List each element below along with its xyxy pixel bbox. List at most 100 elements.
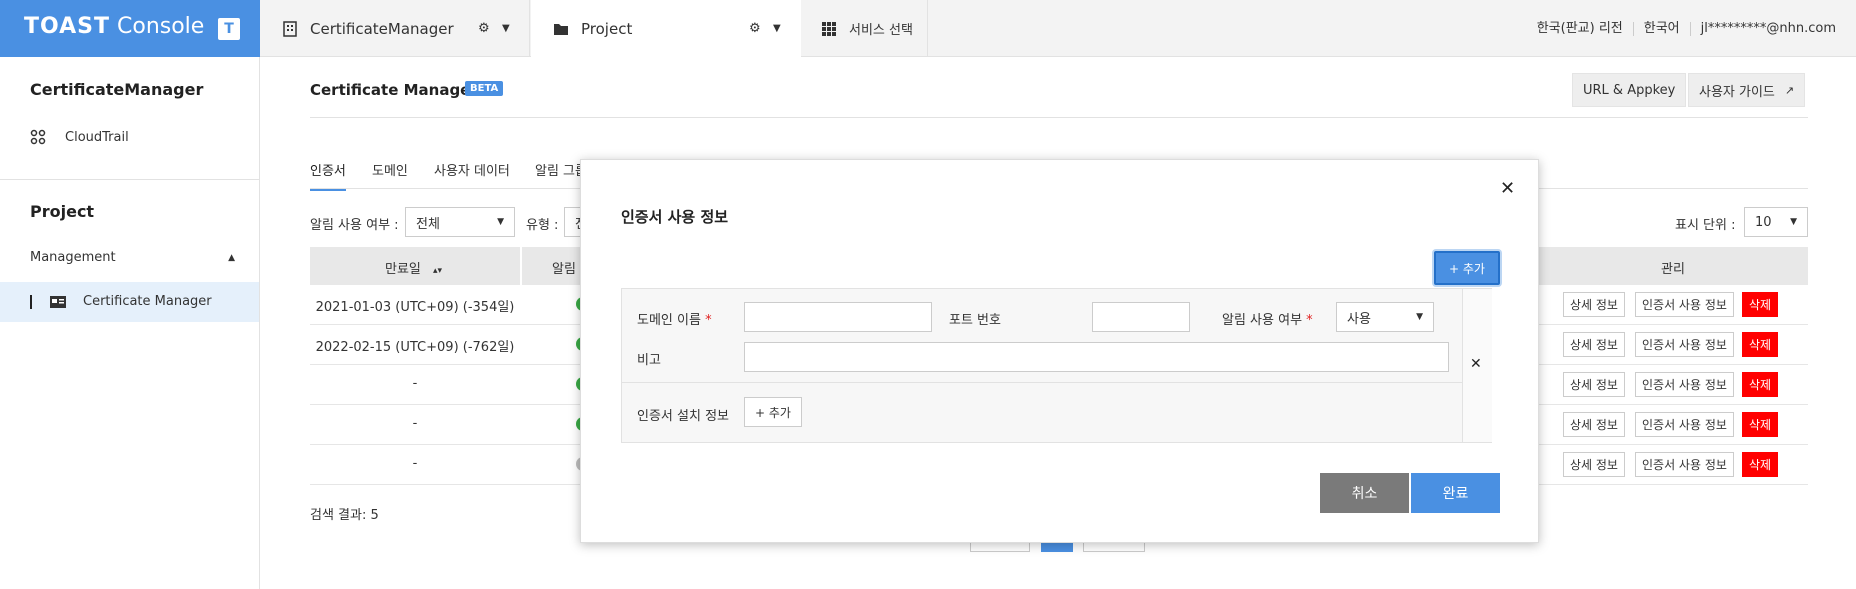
entry-divider <box>622 382 1462 383</box>
detail-button[interactable]: 상세 정보 <box>1563 372 1625 397</box>
usage-info-button[interactable]: 인증서 사용 정보 <box>1635 452 1734 477</box>
detail-button[interactable]: 상세 정보 <box>1563 332 1625 357</box>
expiry-cell: 2021-01-03 (UTC+09) (-354일) <box>315 300 515 315</box>
tab-certificate[interactable]: 인증서 <box>310 160 346 191</box>
notify-filter-select[interactable]: 전체 ▼ <box>405 207 515 237</box>
detail-button[interactable]: 상세 정보 <box>1563 452 1625 477</box>
delete-button[interactable]: 삭제 <box>1742 372 1779 397</box>
page-title: Certificate Manager <box>310 81 478 99</box>
user-guide-button[interactable]: 사용자 가이드 ↗ <box>1688 73 1806 107</box>
tab-service-select[interactable]: 서비스 선택 <box>801 0 928 57</box>
language-select[interactable]: 한국어 <box>1632 21 1690 36</box>
sidebar-project-title[interactable]: Project <box>30 202 94 221</box>
user-account[interactable]: jl*********@nhn.com <box>1689 21 1846 36</box>
sidebar: CertificateManager CloudTrail Project Ma… <box>0 57 260 589</box>
sidebar-item-certificate-manager[interactable]: Certificate Manager <box>30 294 212 309</box>
top-right-menu: 한국(판교) 리전 한국어 jl*********@nhn.com <box>1527 0 1846 57</box>
usage-info-modal: 인증서 사용 정보 ✕ + 추가 도메인 이름 * 포트 번호 알림 사용 여부… <box>580 159 1539 543</box>
url-appkey-button[interactable]: URL & Appkey <box>1572 73 1687 107</box>
modal-title: 인증서 사용 정보 <box>621 208 729 226</box>
folder-icon <box>554 23 568 35</box>
port-number-input[interactable] <box>1092 302 1190 332</box>
gear-icon[interactable]: ⚙ <box>478 21 490 36</box>
org-switch-button[interactable]: T <box>218 18 240 40</box>
add-usage-button[interactable]: + 추가 <box>1434 251 1500 285</box>
beta-badge: BETA <box>465 81 504 96</box>
column-expiry-label: 만료일 <box>385 262 421 277</box>
expiry-cell: - <box>412 376 418 391</box>
page-size-value: 10 <box>1755 214 1772 230</box>
port-number-label: 포트 번호 <box>949 313 1001 328</box>
chevron-up-icon: ▲ <box>228 252 235 263</box>
detail-button[interactable]: 상세 정보 <box>1563 292 1625 317</box>
remove-entry-icon[interactable]: ✕ <box>1470 356 1482 372</box>
notify-filter-value: 전체 <box>416 216 440 232</box>
tab-organization[interactable]: CertificateManager ⚙ ▼ <box>260 0 530 57</box>
page-size-select[interactable]: 10 ▼ <box>1744 207 1808 237</box>
grid-icon <box>822 21 836 36</box>
delete-button[interactable]: 삭제 <box>1742 332 1779 357</box>
page-size-label: 표시 단위 : <box>1675 218 1736 233</box>
tab-domain[interactable]: 도메인 <box>372 160 408 179</box>
external-link-icon: ↗ <box>1784 83 1795 97</box>
gear-icon[interactable]: ⚙ <box>749 21 761 36</box>
notify-filter-label: 알림 사용 여부 : <box>310 218 399 233</box>
type-filter-label: 유형 : <box>526 218 559 233</box>
close-icon[interactable]: ✕ <box>1500 178 1515 199</box>
usage-info-button[interactable]: 인증서 사용 정보 <box>1635 372 1734 397</box>
sidebar-section-label: Management <box>30 250 116 265</box>
add-install-info-button[interactable]: + 추가 <box>744 397 802 427</box>
notify-usage-value: 사용 <box>1347 311 1371 327</box>
cancel-button[interactable]: 취소 <box>1320 473 1409 513</box>
memo-label: 비고 <box>637 353 661 368</box>
column-notify: 알림 <box>552 262 576 277</box>
usage-entry: 도메인 이름 * 포트 번호 알림 사용 여부 * 사용 ▼ 비고 인증서 설치 … <box>621 288 1492 443</box>
chevron-down-icon: ▼ <box>1790 217 1797 227</box>
tab-project-label: Project <box>581 19 633 38</box>
expiry-cell: - <box>412 456 418 471</box>
notify-usage-label: 알림 사용 여부 * <box>1222 313 1313 328</box>
domain-name-label: 도메인 이름 * <box>637 313 712 328</box>
install-info-label: 인증서 설치 정보 <box>637 409 729 424</box>
memo-input[interactable] <box>744 342 1449 372</box>
sidebar-item-label: CloudTrail <box>65 129 129 145</box>
tab-organization-label: CertificateManager <box>310 19 454 38</box>
chevron-down-icon: ▼ <box>1416 312 1423 322</box>
region-select[interactable]: 한국(판교) 리전 <box>1527 21 1633 36</box>
search-result-count: 검색 결과: 5 <box>310 508 379 523</box>
notify-usage-select[interactable]: 사용 ▼ <box>1336 302 1434 332</box>
confirm-button[interactable]: 완료 <box>1411 473 1500 513</box>
expiry-cell: - <box>412 416 418 431</box>
sidebar-item-label: Certificate Manager <box>83 294 212 309</box>
tab-project[interactable]: Project ⚙ ▼ <box>531 0 801 57</box>
usage-info-button[interactable]: 인증서 사용 정보 <box>1635 332 1734 357</box>
chevron-down-icon[interactable]: ▼ <box>502 23 510 34</box>
detail-button[interactable]: 상세 정보 <box>1563 412 1625 437</box>
sidebar-divider <box>0 179 259 180</box>
delete-button[interactable]: 삭제 <box>1742 452 1779 477</box>
sort-icon[interactable]: ▴▾ <box>433 266 442 276</box>
active-marker <box>30 294 32 309</box>
certificate-icon <box>50 295 66 308</box>
tab-user-data[interactable]: 사용자 데이터 <box>434 160 510 179</box>
sidebar-section-management[interactable]: Management ▲ <box>30 250 235 265</box>
building-icon <box>283 20 297 37</box>
user-guide-label: 사용자 가이드 <box>1699 84 1775 100</box>
chevron-down-icon: ▼ <box>497 217 504 227</box>
usage-info-button[interactable]: 인증서 사용 정보 <box>1635 412 1734 437</box>
usage-info-button[interactable]: 인증서 사용 정보 <box>1635 292 1734 317</box>
column-expiry[interactable]: 만료일 ▴▾ <box>385 258 442 277</box>
top-bar: TOAST Console T CertificateManager ⚙ ▼ P… <box>0 0 1856 57</box>
sidebar-item-cloudtrail[interactable]: CloudTrail <box>30 129 129 145</box>
sidebar-org-title[interactable]: CertificateManager <box>30 80 203 99</box>
logo-wordmark: TOAST Console <box>24 14 205 39</box>
column-divider <box>520 247 522 285</box>
column-manage: 관리 <box>1661 262 1685 277</box>
cloudtrail-icon <box>30 129 46 145</box>
console-logo[interactable]: TOAST Console T <box>0 0 260 57</box>
expiry-cell: 2022-02-15 (UTC+09) (-762일) <box>315 340 515 355</box>
delete-button[interactable]: 삭제 <box>1742 292 1779 317</box>
domain-name-input[interactable] <box>744 302 932 332</box>
delete-button[interactable]: 삭제 <box>1742 412 1779 437</box>
chevron-down-icon[interactable]: ▼ <box>773 23 781 34</box>
